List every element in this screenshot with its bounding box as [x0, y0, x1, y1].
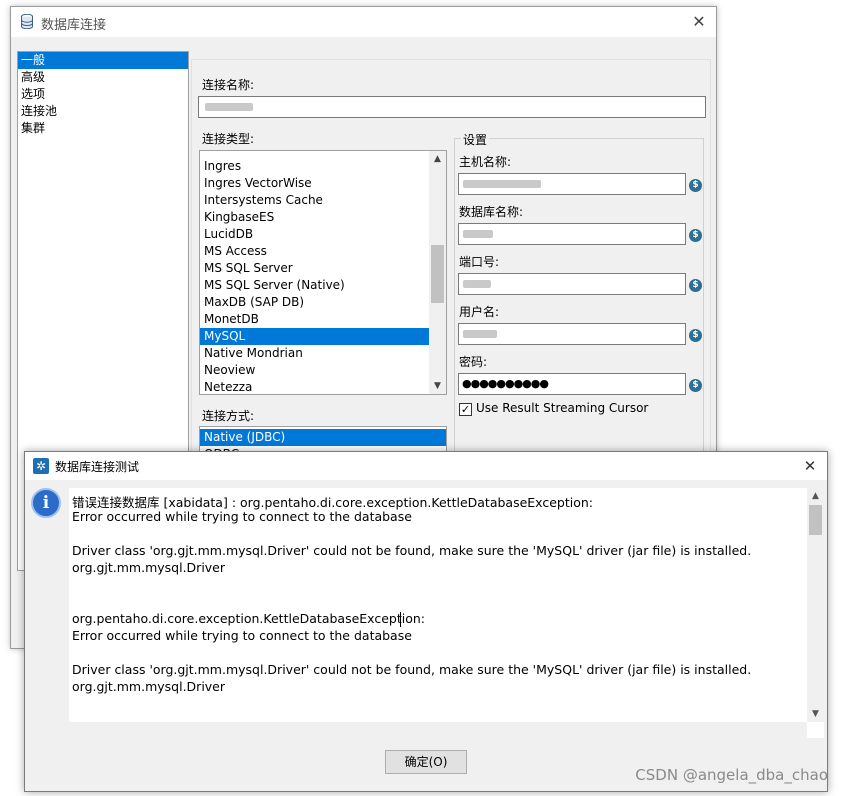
message-line: Driver class 'org.gjt.mm.mysql.Driver' c…: [72, 662, 752, 677]
list-item[interactable]: Netezza: [200, 379, 446, 394]
database-name-label: 数据库名称:: [459, 205, 524, 219]
redacted-value: [463, 330, 497, 338]
redacted-value: [463, 180, 541, 188]
kettle-app-icon: ✲: [33, 458, 49, 474]
streaming-checkbox[interactable]: ✓: [459, 403, 472, 416]
message-vertical-scrollbar[interactable]: ▲ ▼: [807, 488, 824, 722]
list-item[interactable]: Ingres: [200, 158, 446, 175]
list-item-selected[interactable]: MySQL: [200, 328, 446, 345]
list-item[interactable]: Intersystems Cache: [200, 192, 446, 209]
database-icon: [21, 14, 33, 29]
nav-item-pooling[interactable]: 连接池: [18, 103, 188, 120]
list-item[interactable]: MS SQL Server: [200, 260, 446, 277]
connection-test-dialog: ✲ 数据库连接测试 ✕ i 错误连接数据库 [xabidata] : org.p…: [24, 451, 828, 792]
host-label: 主机名称:: [459, 155, 512, 169]
message-line: org.pentaho.di.core.exception.KettleData…: [72, 611, 426, 626]
window-titlebar: 数据库连接 ✕: [11, 7, 716, 37]
nav-item-advanced[interactable]: 高级: [18, 69, 188, 86]
nav-item-cluster[interactable]: 集群: [18, 120, 188, 137]
chevron-down-icon[interactable]: ▼: [807, 706, 824, 722]
message-line: Error occurred while trying to connect t…: [72, 628, 412, 643]
scrollbar-thumb[interactable]: [809, 505, 822, 535]
chevron-down-icon[interactable]: ▼: [429, 378, 446, 394]
list-item[interactable]: MaxDB (SAP DB): [200, 294, 446, 311]
list-item[interactable]: Neoview: [200, 362, 446, 379]
dialog-title: 数据库连接测试: [55, 460, 140, 474]
streaming-label: Use Result Streaming Cursor: [476, 401, 649, 415]
window-title: 数据库连接: [41, 18, 107, 33]
list-item[interactable]: Native Mondrian: [200, 345, 446, 362]
database-name-input[interactable]: [458, 223, 686, 245]
close-icon[interactable]: ✕: [799, 455, 821, 477]
dialog-titlebar: ✲ 数据库连接测试 ✕: [25, 452, 827, 480]
redacted-value: [463, 230, 493, 238]
connection-type-list[interactable]: Ingres Ingres VectorWise Intersystems Ca…: [199, 150, 447, 395]
connection-type-label: 连接类型:: [202, 132, 255, 146]
port-label: 端口号:: [459, 255, 500, 269]
message-text-area[interactable]: 错误连接数据库 [xabidata] : org.pentaho.di.core…: [69, 488, 824, 738]
settings-group: 设置 主机名称: $ 数据库名称: $ 端口号: $ 用户名: $ 密码: ●●…: [454, 131, 704, 468]
redacted-value: [205, 103, 253, 111]
list-item[interactable]: LucidDB: [200, 226, 446, 243]
message-line: Driver class 'org.gjt.mm.mysql.Driver' c…: [72, 543, 752, 558]
list-item[interactable]: MS Access: [200, 243, 446, 260]
password-label: 密码:: [459, 355, 488, 369]
port-input[interactable]: [458, 273, 686, 295]
settings-group-title: 设置: [461, 131, 490, 148]
variable-icon[interactable]: $: [689, 329, 702, 342]
list-item[interactable]: MS SQL Server (Native): [200, 277, 446, 294]
watermark: CSDN @angela_dba_chao: [635, 766, 828, 784]
chevron-up-icon[interactable]: ▲: [429, 151, 446, 167]
info-icon: i: [31, 488, 61, 518]
list-item[interactable]: KingbaseES: [200, 209, 446, 226]
message-line: Error occurred while trying to connect t…: [72, 509, 412, 524]
message-horizontal-scrollbar[interactable]: [69, 722, 807, 738]
message-line: org.gjt.mm.mysql.Driver: [72, 679, 226, 694]
list-item[interactable]: Ingres VectorWise: [200, 175, 446, 192]
connection-name-label: 连接名称:: [202, 78, 255, 92]
list-item[interactable]: MonetDB: [200, 311, 446, 328]
password-input[interactable]: ●●●●●●●●●●: [458, 373, 686, 395]
variable-icon[interactable]: $: [689, 179, 702, 192]
list-scrollbar[interactable]: ▲ ▼: [429, 151, 446, 394]
username-label: 用户名:: [459, 305, 500, 319]
scrollbar-thumb[interactable]: [431, 245, 444, 303]
close-icon[interactable]: ✕: [688, 11, 710, 33]
access-method-label: 连接方式:: [202, 409, 255, 423]
host-input[interactable]: [458, 173, 686, 195]
list-item-selected[interactable]: Native (JDBC): [200, 429, 446, 446]
variable-icon[interactable]: $: [689, 279, 702, 292]
username-input[interactable]: [458, 323, 686, 345]
text-caret: [400, 612, 401, 627]
variable-icon[interactable]: $: [689, 229, 702, 242]
redacted-value: [463, 280, 491, 288]
message-line: org.gjt.mm.mysql.Driver: [72, 560, 226, 575]
chevron-up-icon[interactable]: ▲: [807, 488, 824, 504]
nav-item-options[interactable]: 选项: [18, 86, 188, 103]
nav-item-general[interactable]: 一般: [18, 52, 188, 69]
ok-button[interactable]: 确定(O): [385, 750, 467, 774]
variable-icon[interactable]: $: [689, 379, 702, 392]
connection-name-input[interactable]: [198, 96, 706, 118]
